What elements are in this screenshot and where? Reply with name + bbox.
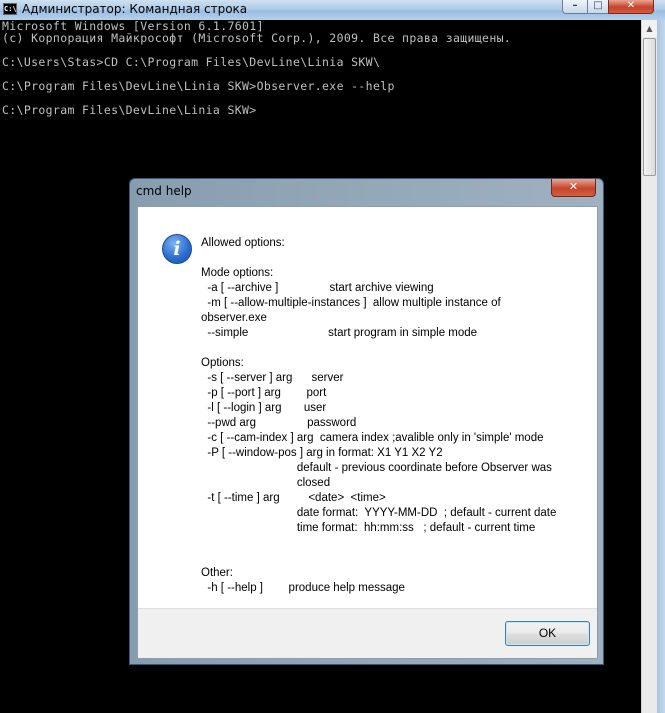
console-line: (c) Корпорация Майкрософт (Microsoft Cor…	[2, 31, 512, 45]
help-line: -h [ --help ] produce help message	[201, 582, 405, 594]
help-line: closed	[201, 477, 331, 489]
cmd-help-dialog: cmd help ✕ i Allowed options: Mode option…	[129, 178, 604, 665]
vertical-scrollbar[interactable]: ▲	[641, 20, 657, 713]
help-line: time format: hh:mm:ss ; default - curren…	[201, 522, 536, 534]
minimize-button[interactable]: –	[562, 0, 588, 14]
help-line: -t [ --time ] arg <date> <time>	[201, 492, 386, 504]
console-line: C:\Program Files\DevLine\Linia SKW>Obser…	[2, 79, 395, 93]
scroll-thumb[interactable]	[643, 38, 656, 176]
help-line: default - previous coordinate before Obs…	[201, 462, 552, 474]
help-line: observer.exe	[201, 312, 267, 324]
window-title: Администратор: Командная строка	[22, 2, 248, 16]
info-icon: i	[162, 234, 192, 264]
help-line: Options:	[201, 357, 244, 369]
help-line: -a [ --archive ] start archive viewing	[201, 282, 434, 294]
help-line: Mode options:	[201, 267, 274, 279]
console-lines: Microsoft Windows [Version 6.1.7601] (c) …	[2, 20, 511, 116]
dialog-body: i Allowed options: Mode options: -a [ --a…	[137, 206, 598, 659]
help-line: -p [ --port ] arg port	[201, 387, 327, 399]
help-line: -l [ --login ] arg user	[201, 402, 327, 414]
help-line: -P [ --window-pos ] arg in format: X1 Y1…	[201, 447, 443, 459]
close-button[interactable]: ✕	[608, 0, 654, 14]
help-line: date format: YYYY-MM-DD ; default - curr…	[201, 507, 557, 519]
help-line: -s [ --server ] arg server	[201, 372, 344, 384]
dialog-button-strip: OK	[138, 608, 597, 658]
console-line: C:\Users\Stas>CD C:\Program Files\DevLin…	[2, 55, 381, 69]
help-line: --pwd arg password	[201, 417, 357, 429]
ok-button[interactable]: OK	[505, 621, 590, 646]
help-line: Allowed options:	[201, 237, 285, 249]
help-line: -m [ --allow-multiple-instances ] allow …	[201, 297, 501, 309]
help-line: --simple start program in simple mode	[201, 327, 478, 339]
console-app-icon[interactable]: C:\	[3, 3, 17, 15]
help-line: Other:	[201, 567, 233, 579]
window-titlebar[interactable]: C:\ Администратор: Командная строка – □ …	[0, 0, 665, 21]
help-line: -c [ --cam-index ] arg camera index ;ava…	[201, 432, 544, 444]
scroll-up-arrow-icon[interactable]: ▲	[642, 20, 657, 37]
window-frame-right	[657, 20, 665, 713]
dialog-close-button[interactable]: ✕	[551, 179, 596, 197]
dialog-title: cmd help	[136, 184, 192, 198]
maximize-button[interactable]: □	[587, 0, 609, 14]
console-line: C:\Program Files\DevLine\Linia SKW>	[2, 103, 257, 117]
